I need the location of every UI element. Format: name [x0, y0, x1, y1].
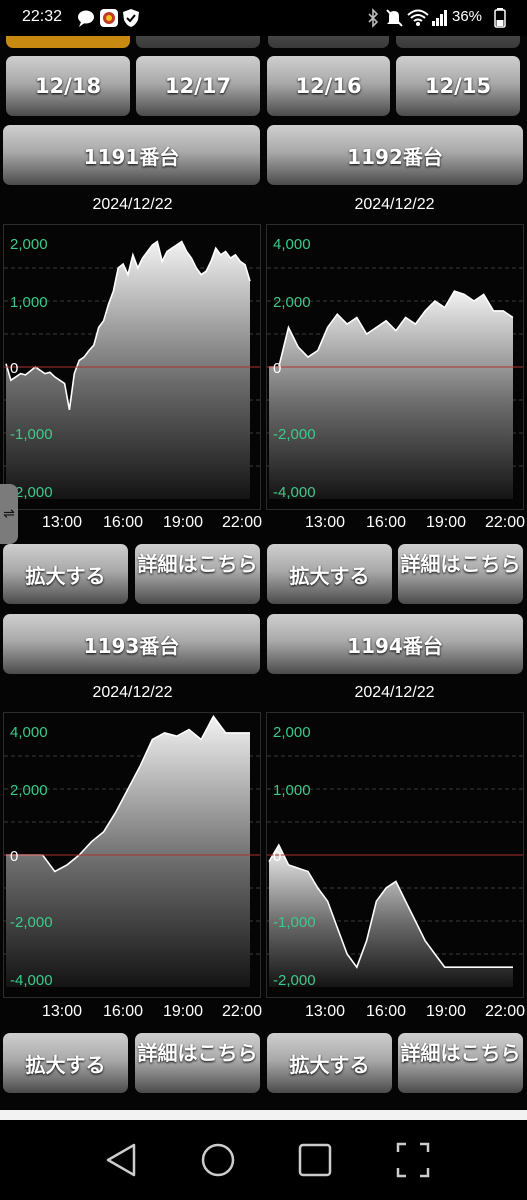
shield-check-icon: [123, 9, 139, 27]
zoom-button[interactable]: 拡大する: [267, 544, 392, 604]
x-tick-label: 22:00: [485, 514, 526, 531]
main-content: 12/18 12/17 12/16 12/15 1191番台 1192番台 20…: [0, 36, 527, 1110]
date-button-1216[interactable]: 12/16: [267, 56, 390, 116]
x-axis-labels: 13:00 16:00 19:00 22:00 13:00 16:00 19:0…: [0, 1003, 527, 1025]
x-tick-label: 19:00: [163, 1003, 204, 1020]
screenshot-frame-icon[interactable]: [396, 1142, 430, 1178]
date-button-selected[interactable]: [6, 36, 130, 48]
wifi-icon: [407, 9, 429, 26]
slump-chart[interactable]: 2,000 1,000 0 -1,000 -2,000: [266, 712, 524, 998]
y-tick-label: 0: [273, 848, 281, 865]
y-tick-label: 0: [273, 360, 281, 377]
chat-bubble-icon: [78, 10, 94, 27]
y-tick-label: 1,000: [273, 782, 311, 799]
zoom-button[interactable]: 拡大する: [267, 1033, 392, 1093]
machine-title-button[interactable]: 1192番台: [267, 125, 523, 185]
x-tick-label: 19:00: [163, 514, 204, 531]
chart-svg: 4,000 2,000 0 -2,000 -4,000: [4, 714, 260, 989]
detail-button[interactable]: 詳細はこちら: [135, 544, 260, 604]
detail-button[interactable]: 詳細はこちら: [135, 1033, 260, 1093]
y-tick-label: 2,000: [10, 236, 48, 253]
slump-chart[interactable]: 4,000 2,000 0 -2,000 -4,000: [266, 224, 524, 510]
machine-title-button[interactable]: 1193番台: [3, 614, 260, 674]
battery-percent: 36%: [452, 8, 483, 25]
x-tick-label: 19:00: [426, 1003, 467, 1020]
navigation-bar: [0, 1120, 527, 1200]
swap-arrows-icon: ⇌: [3, 506, 15, 522]
bluetooth-icon: [368, 8, 379, 28]
date-button[interactable]: [396, 36, 520, 48]
y-tick-label: -2,000: [10, 914, 53, 931]
y-tick-label: 0: [10, 848, 18, 865]
date-button-1217[interactable]: 12/17: [136, 56, 260, 116]
detail-button[interactable]: 詳細はこちら: [398, 544, 523, 604]
x-tick-label: 16:00: [103, 1003, 144, 1020]
y-tick-label: -4,000: [273, 484, 316, 501]
y-tick-label: -2,000: [273, 426, 316, 443]
y-tick-label: 0: [10, 360, 18, 377]
signal-icon: [432, 10, 447, 26]
zoom-button[interactable]: 拡大する: [3, 1033, 128, 1093]
slump-chart[interactable]: 4,000 2,000 0 -2,000 -4,000: [3, 712, 261, 998]
x-tick-label: 16:00: [103, 514, 144, 531]
x-tick-label: 13:00: [305, 1003, 346, 1020]
x-tick-label: 13:00: [305, 514, 346, 531]
y-tick-label: 4,000: [273, 236, 311, 253]
mute-icon: [386, 9, 403, 27]
slump-chart[interactable]: 2,000 1,000 0 -1,000 -2,000: [3, 224, 261, 510]
x-tick-label: 22:00: [222, 514, 263, 531]
chart-date: 2024/12/22: [92, 196, 173, 213]
x-tick-label: 19:00: [426, 514, 467, 531]
y-tick-label: -2,000: [273, 972, 316, 989]
chart-date: 2024/12/22: [354, 196, 435, 213]
detail-button[interactable]: 詳細はこちら: [398, 1033, 523, 1093]
x-tick-label: 16:00: [366, 514, 407, 531]
status-bar: 22:32 36%: [0, 0, 527, 36]
chart-date: 2024/12/22: [92, 684, 173, 701]
date-button-1218[interactable]: 12/18: [6, 56, 130, 116]
chart-svg: 4,000 2,000 0 -2,000 -4,000: [267, 236, 523, 501]
status-time: 22:32: [22, 8, 63, 25]
recent-apps-icon[interactable]: [298, 1143, 332, 1177]
series-area: [269, 291, 513, 499]
y-tick-label: 2,000: [273, 294, 311, 311]
app-icon: [100, 9, 118, 27]
y-tick-label: 2,000: [10, 782, 48, 799]
machine-title-button[interactable]: 1194番台: [267, 614, 523, 674]
x-tick-label: 22:00: [222, 1003, 263, 1020]
machine-title-button[interactable]: 1191番台: [3, 125, 260, 185]
x-tick-label: 13:00: [42, 514, 83, 531]
zoom-button[interactable]: 拡大する: [3, 544, 128, 604]
x-axis-labels: 13:00 16:00 19:00 22:00 13:00 16:00 19:0…: [0, 514, 527, 536]
y-tick-label: 1,000: [10, 294, 48, 311]
chart-date: 2024/12/22: [354, 684, 435, 701]
y-tick-label: 4,000: [10, 724, 48, 741]
series-area: [6, 241, 250, 499]
y-tick-label: -1,000: [10, 426, 53, 443]
back-icon[interactable]: [104, 1142, 138, 1178]
date-button[interactable]: [268, 36, 389, 48]
series-area: [6, 716, 250, 987]
home-icon[interactable]: [200, 1142, 236, 1178]
x-tick-label: 22:00: [485, 1003, 526, 1020]
chart-svg: 2,0001,0000-1,000-2,000: [4, 236, 260, 501]
date-button-1215[interactable]: 12/15: [396, 56, 520, 116]
edge-panel-handle[interactable]: ⇌: [0, 484, 18, 544]
battery-icon: [494, 8, 506, 28]
date-button[interactable]: [136, 36, 260, 48]
y-tick-label: -1,000: [273, 914, 316, 931]
separator: [0, 1110, 527, 1120]
x-tick-label: 13:00: [42, 1003, 83, 1020]
chart-svg: 2,000 1,000 0 -1,000 -2,000: [267, 724, 523, 989]
y-tick-label: 2,000: [273, 724, 311, 741]
x-tick-label: 16:00: [366, 1003, 407, 1020]
y-tick-label: -4,000: [10, 972, 53, 989]
